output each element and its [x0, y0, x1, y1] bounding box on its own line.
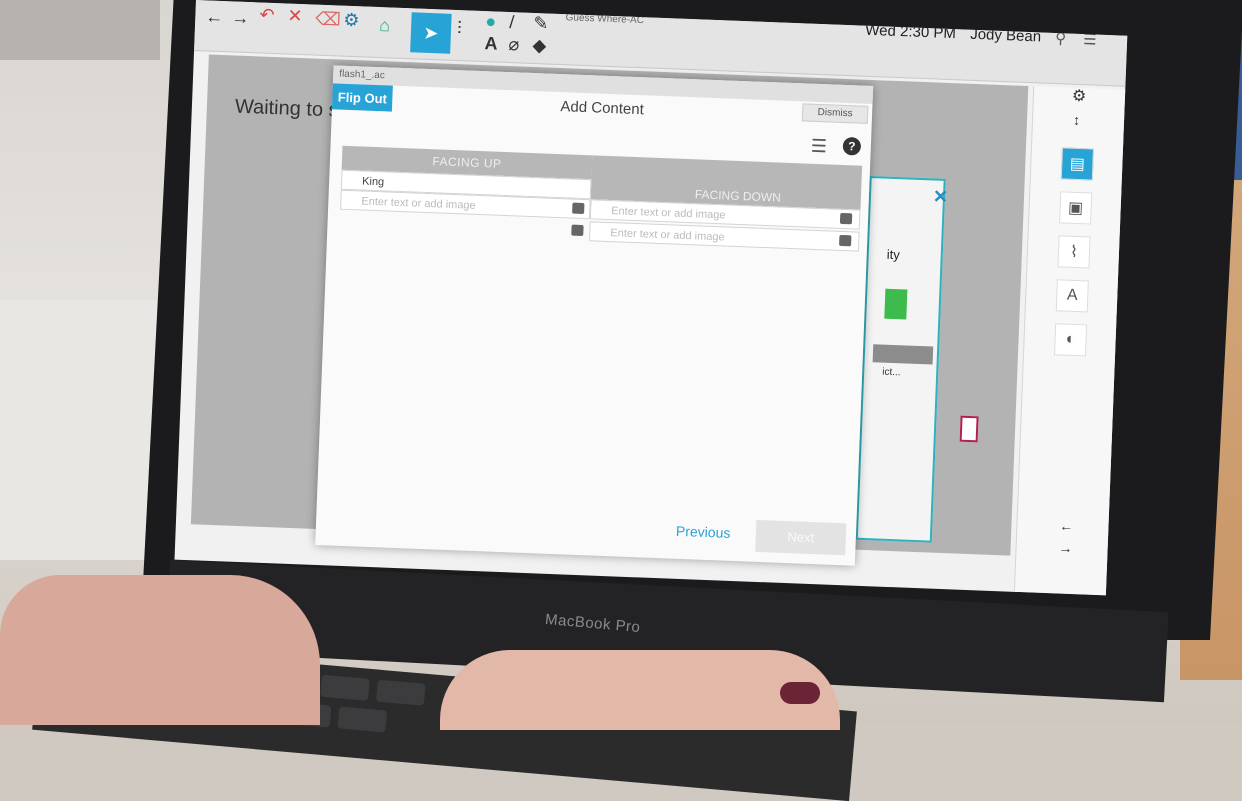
add-content-dialog: flash1_.ac Flip Out Add Content Dismiss … — [315, 65, 874, 566]
wall — [0, 0, 160, 60]
add-ons-icon[interactable]: ◐ — [1053, 323, 1088, 357]
next-page-icon[interactable]: → — [1058, 540, 1073, 557]
red-marker-icon[interactable] — [959, 415, 979, 443]
gray-bar — [872, 344, 934, 365]
undo-icon[interactable]: ↶ — [259, 4, 275, 26]
canvas-text: Waiting to st — [234, 95, 345, 122]
page-sorter-icon[interactable]: ▤ — [1060, 147, 1094, 181]
previous-page-icon[interactable]: ← — [1059, 518, 1074, 535]
close-icon[interactable]: ✕ — [933, 186, 949, 208]
properties-icon[interactable]: A — [1055, 279, 1089, 313]
line-icon[interactable]: / — [509, 12, 515, 33]
fill-icon[interactable]: ◆ — [532, 35, 547, 57]
pens-icon[interactable]: ⫶ — [457, 18, 462, 39]
screen-shade-icon[interactable]: ⚙ — [343, 10, 360, 32]
delete-icon[interactable]: ✕ — [287, 6, 303, 28]
green-tile — [884, 288, 908, 320]
move-toolbar-icon[interactable]: ↕ — [1073, 112, 1081, 128]
eraser-icon[interactable]: ⌀ — [508, 34, 520, 55]
left-hand — [0, 575, 320, 725]
pen-icon[interactable]: ✎ — [533, 13, 549, 35]
home-icon[interactable]: ⌂ — [379, 15, 391, 36]
background-window-text-2: ict... — [882, 366, 901, 379]
add-image-icon[interactable] — [839, 234, 852, 247]
list-menu-icon[interactable]: ☰ — [810, 136, 827, 158]
clear-icon[interactable]: ⌫ — [315, 9, 341, 31]
attachments-icon[interactable]: ⌇ — [1057, 235, 1091, 269]
laptop-screen: ← → ↶ ✕ ⌫ ⚙ ⌂ ➤ ⫶ ● / ✎ A ⌀ ◆ Guess Wher… — [174, 0, 1128, 596]
dialog-filename: flash1_.ac — [339, 68, 386, 82]
text-tool-icon[interactable]: A — [484, 33, 498, 54]
background-window-text: ity — [886, 246, 901, 263]
add-image-icon[interactable] — [572, 202, 585, 215]
add-image-icon[interactable] — [839, 212, 853, 225]
previous-link[interactable]: Previous — [676, 523, 731, 541]
dismiss-button[interactable]: Dismiss — [801, 103, 869, 124]
gallery-icon[interactable]: ▣ — [1059, 191, 1093, 225]
painted-fingernail — [780, 682, 820, 704]
settings-gear-icon[interactable]: ⚙ — [1072, 86, 1087, 107]
add-image-icon[interactable] — [571, 224, 584, 237]
back-arrow-icon[interactable]: ← — [205, 6, 224, 28]
select-tool-icon[interactable]: ➤ — [410, 12, 452, 54]
help-icon[interactable]: ? — [842, 136, 862, 156]
next-button[interactable]: Next — [755, 519, 847, 556]
forward-arrow-icon[interactable]: → — [231, 7, 250, 29]
shapes-icon[interactable]: ● — [485, 11, 497, 32]
